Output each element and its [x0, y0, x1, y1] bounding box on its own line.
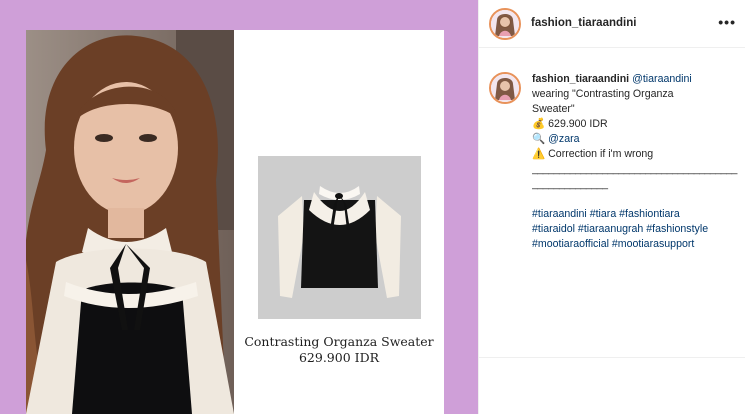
more-options-icon[interactable]: •••	[718, 14, 736, 30]
hashtags[interactable]: #tiaraandini #tiara #fashiontiara	[532, 207, 742, 222]
model-photo	[26, 30, 234, 414]
divider-line: ______________	[532, 178, 608, 190]
post-image[interactable]: Contrasting Organza Sweater 629.900 IDR	[0, 0, 478, 414]
caption-avatar[interactable]	[489, 72, 521, 104]
caption-text: fashion_tiaraandini @tiaraandini wearing…	[532, 72, 742, 252]
warning-icon: ⚠️	[532, 148, 546, 160]
hashtags[interactable]: #mootiaraofficial #mootiarasupport	[532, 237, 742, 252]
post-header: fashion_tiaraandini •••	[479, 0, 745, 48]
mention-link[interactable]: @tiaraandini	[632, 73, 692, 85]
avatar[interactable]	[489, 8, 521, 40]
price-text: 629.900 IDR	[548, 118, 608, 130]
magnifier-icon: 🔍	[532, 133, 546, 145]
caption-line: wearing "Contrasting Organza	[532, 88, 674, 100]
brand-mention-link[interactable]: @zara	[548, 133, 579, 145]
header-username[interactable]: fashion_tiaraandini	[531, 17, 636, 29]
product-price: 629.900 IDR	[298, 350, 380, 365]
correction-text: Correction if i'm wrong	[548, 148, 654, 160]
divider-line: ______________________________________	[532, 163, 737, 175]
money-bag-icon: 💰	[532, 118, 546, 130]
hashtags[interactable]: #tiaraidol #tiaraanugrah #fashionstyle	[532, 222, 742, 237]
post-details-panel: fashion_tiaraandini ••• fashion_tiaraand…	[478, 0, 745, 414]
caption-username[interactable]: fashion_tiaraandini	[532, 73, 629, 85]
product-photo	[258, 156, 421, 319]
product-card: Contrasting Organza Sweater 629.900 IDR	[234, 30, 444, 414]
section-divider	[479, 357, 745, 358]
product-name: Contrasting Organza Sweater	[244, 334, 434, 349]
caption-line: Sweater"	[532, 103, 575, 115]
